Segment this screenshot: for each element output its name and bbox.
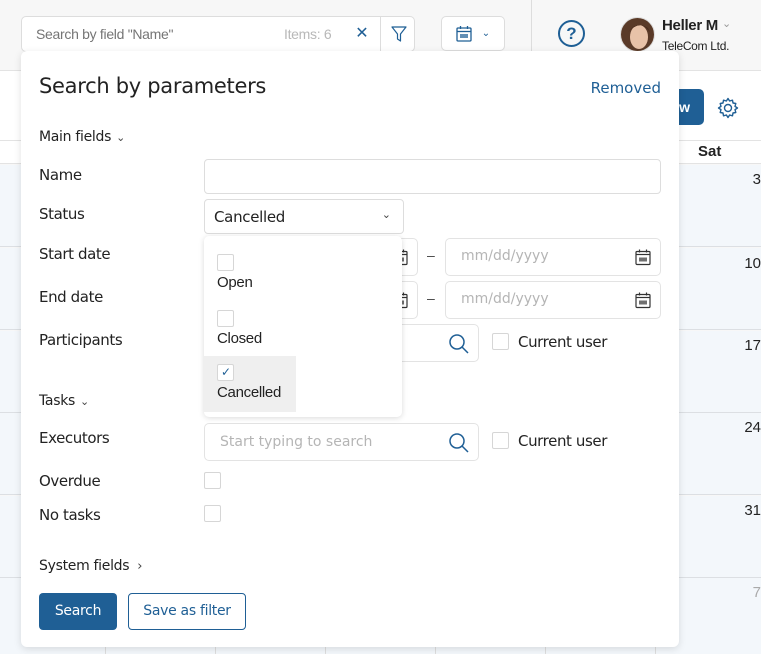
day-number[interactable]: 24 (744, 419, 761, 436)
status-select-value: Cancelled (214, 208, 286, 226)
section-tasks[interactable]: Tasks ⌄ (39, 393, 89, 409)
status-option-label: Cancelled (217, 384, 282, 401)
quick-search-input[interactable] (36, 26, 266, 42)
status-option-label: Open (217, 274, 253, 291)
calendar-icon (456, 26, 472, 42)
filter-button[interactable] (380, 17, 416, 51)
user-name[interactable]: Heller M (662, 17, 718, 34)
search-icon[interactable] (448, 432, 470, 454)
executors-input[interactable] (220, 434, 420, 450)
day-number[interactable]: 3 (753, 171, 761, 188)
status-option-closed[interactable]: Closed (204, 302, 296, 358)
start-date-to-input[interactable] (461, 248, 601, 264)
name-label: Name (39, 166, 82, 184)
day-number[interactable]: 17 (744, 337, 761, 354)
executors-label: Executors (39, 429, 110, 447)
participants-current-user-checkbox[interactable] (492, 333, 509, 350)
date-range-separator: – (427, 247, 435, 263)
section-label: Main fields (39, 129, 112, 145)
end-date-to-field[interactable] (445, 281, 661, 319)
calendar-icon[interactable] (634, 291, 652, 309)
panel-title: Search by parameters (39, 74, 267, 98)
overdue-checkbox[interactable] (204, 472, 221, 489)
help-icon[interactable]: ? (558, 20, 585, 47)
date-range-separator: – (427, 290, 435, 306)
section-system-fields[interactable]: System fields › (39, 558, 142, 574)
section-label: System fields (39, 558, 130, 574)
search-button[interactable]: Search (39, 593, 117, 630)
chevron-down-icon: ⌄ (381, 209, 391, 221)
gear-icon[interactable] (716, 96, 740, 120)
calendar-view-button[interactable]: ⌄ (441, 16, 505, 51)
day-header-sat: Sat (698, 143, 722, 160)
status-option-checkbox[interactable] (217, 310, 234, 327)
executors-current-user-label[interactable]: Current user (518, 432, 607, 450)
name-input[interactable] (204, 159, 661, 194)
no-tasks-label: No tasks (39, 506, 101, 524)
day-number[interactable]: 31 (744, 502, 761, 519)
day-number[interactable]: 10 (744, 255, 761, 272)
search-icon[interactable] (448, 333, 470, 355)
day-number[interactable]: 7 (753, 584, 761, 601)
overdue-label: Overdue (39, 472, 101, 490)
start-date-label: Start date (39, 245, 111, 263)
participants-label: Participants (39, 331, 123, 349)
status-label: Status (39, 205, 85, 223)
items-count: Items: 6 (284, 26, 332, 42)
executors-search-field[interactable] (204, 423, 479, 461)
status-option-checkbox[interactable]: ✓ (217, 364, 234, 381)
status-dropdown-menu: Open Closed ✓ Cancelled (204, 236, 402, 417)
start-date-to-field[interactable] (445, 238, 661, 276)
chevron-down-icon: ⌄ (116, 131, 125, 144)
chevron-down-icon: ⌄ (80, 395, 89, 408)
no-tasks-checkbox[interactable] (204, 505, 221, 522)
filter-icon (390, 26, 407, 42)
chevron-right-icon: › (137, 559, 143, 574)
avatar[interactable] (620, 17, 655, 52)
save-as-filter-button[interactable]: Save as filter (128, 593, 246, 630)
status-option-label: Closed (217, 330, 262, 347)
checkmark-icon: ✓ (221, 365, 232, 379)
end-date-label: End date (39, 288, 103, 306)
close-icon[interactable]: ✕ (352, 24, 372, 44)
end-date-to-input[interactable] (461, 291, 601, 307)
status-option-open[interactable]: Open (204, 246, 296, 302)
calendar-icon[interactable] (634, 248, 652, 266)
status-option-cancelled[interactable]: ✓ Cancelled (204, 356, 296, 412)
status-select[interactable]: Cancelled ⌄ (204, 199, 404, 234)
executors-current-user-checkbox[interactable] (492, 432, 509, 449)
chevron-down-icon: ⌄ (481, 28, 491, 39)
removed-link[interactable]: Removed (591, 79, 661, 97)
quick-search-box: Items: 6 ✕ (21, 16, 415, 52)
chevron-down-icon[interactable]: ⌄ (722, 17, 731, 30)
section-label: Tasks (39, 393, 76, 409)
section-main-fields[interactable]: Main fields ⌄ (39, 129, 125, 145)
status-option-checkbox[interactable] (217, 254, 234, 271)
participants-current-user-label[interactable]: Current user (518, 333, 607, 351)
